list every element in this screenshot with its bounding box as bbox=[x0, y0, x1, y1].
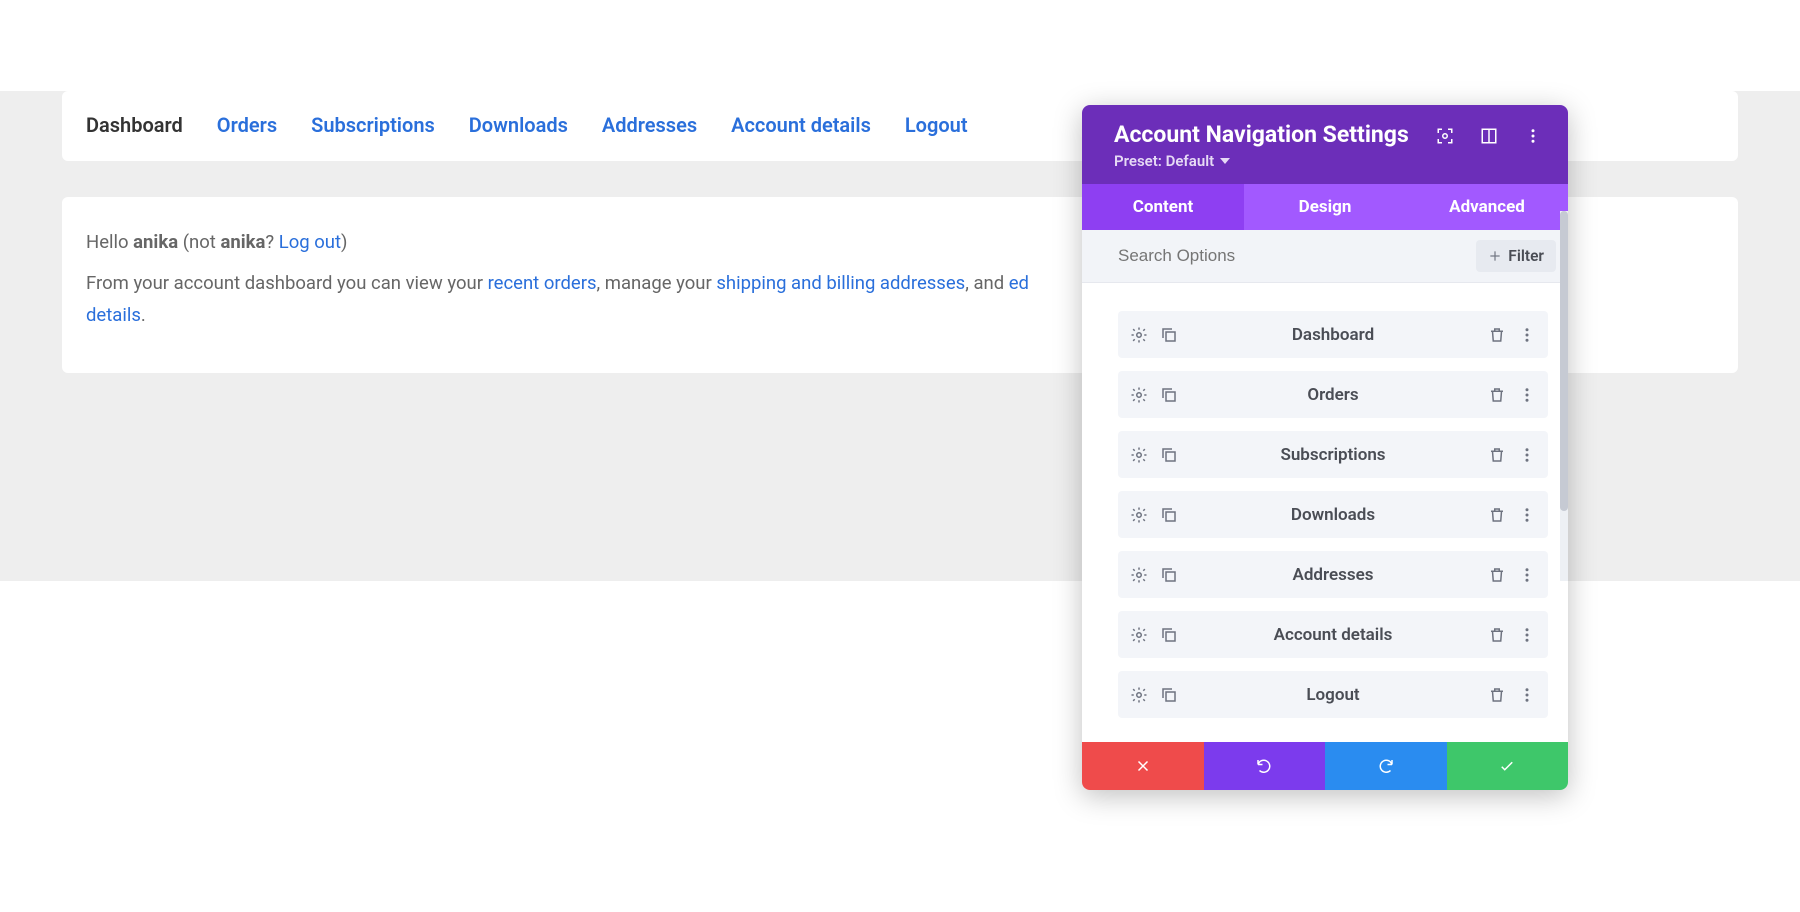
scroll-thumb[interactable] bbox=[1560, 211, 1568, 511]
gear-icon[interactable] bbox=[1130, 506, 1148, 524]
details-link-partial[interactable]: details bbox=[86, 304, 141, 326]
panel-header[interactable]: Account Navigation Settings Preset: Defa… bbox=[1082, 105, 1568, 184]
panel-preset-label: Preset: Default bbox=[1114, 152, 1214, 170]
panel-item-orders[interactable]: Orders bbox=[1118, 371, 1548, 418]
edit-link-partial[interactable]: ed bbox=[1009, 272, 1029, 294]
greeting-hello: Hello bbox=[86, 231, 133, 253]
gear-icon[interactable] bbox=[1130, 386, 1148, 404]
tab-content[interactable]: Content bbox=[1082, 184, 1244, 230]
panel-items-list: Dashboard Orders Subscriptions bbox=[1082, 283, 1568, 742]
gear-icon[interactable] bbox=[1130, 686, 1148, 704]
panel-item-label: Logout bbox=[1178, 685, 1488, 705]
nav-tab-dashboard[interactable]: Dashboard bbox=[86, 113, 183, 137]
recent-orders-link[interactable]: recent orders bbox=[488, 272, 597, 294]
gear-icon[interactable] bbox=[1130, 566, 1148, 584]
panel-item-dashboard[interactable]: Dashboard bbox=[1118, 311, 1548, 358]
nav-tab-account-details[interactable]: Account details bbox=[731, 113, 871, 137]
panel-item-addresses[interactable]: Addresses bbox=[1118, 551, 1548, 598]
focus-mode-icon[interactable] bbox=[1436, 127, 1454, 145]
caret-down-icon bbox=[1220, 158, 1230, 164]
greeting-not-prefix: (not bbox=[178, 231, 220, 253]
panel-item-logout[interactable]: Logout bbox=[1118, 671, 1548, 718]
info-period: . bbox=[141, 304, 146, 326]
info-text-3: , and bbox=[965, 272, 1009, 294]
panel-item-subscriptions[interactable]: Subscriptions bbox=[1118, 431, 1548, 478]
trash-icon[interactable] bbox=[1488, 626, 1506, 644]
trash-icon[interactable] bbox=[1488, 566, 1506, 584]
nav-tab-orders[interactable]: Orders bbox=[217, 113, 277, 137]
gear-icon[interactable] bbox=[1130, 446, 1148, 464]
duplicate-icon[interactable] bbox=[1160, 626, 1178, 644]
save-button[interactable] bbox=[1447, 742, 1569, 790]
nav-tab-subscriptions[interactable]: Subscriptions bbox=[311, 113, 435, 137]
kebab-menu-icon[interactable] bbox=[1518, 326, 1536, 344]
info-text-2: , manage your bbox=[597, 272, 717, 294]
greeting-q: ? bbox=[265, 231, 278, 253]
panel-layout-icon[interactable] bbox=[1480, 127, 1498, 145]
trash-icon[interactable] bbox=[1488, 326, 1506, 344]
greeting-close-paren: ) bbox=[341, 231, 347, 253]
panel-title: Account Navigation Settings bbox=[1114, 121, 1409, 148]
tab-design[interactable]: Design bbox=[1244, 184, 1406, 230]
panel-tabs: Content Design Advanced bbox=[1082, 184, 1568, 230]
kebab-menu-icon[interactable] bbox=[1524, 127, 1542, 145]
kebab-menu-icon[interactable] bbox=[1518, 386, 1536, 404]
info-text-1: From your account dashboard you can view… bbox=[86, 272, 488, 294]
kebab-menu-icon[interactable] bbox=[1518, 686, 1536, 704]
settings-panel: Account Navigation Settings Preset: Defa… bbox=[1082, 105, 1568, 790]
panel-item-label: Dashboard bbox=[1178, 325, 1488, 345]
trash-icon[interactable] bbox=[1488, 686, 1506, 704]
trash-icon[interactable] bbox=[1488, 446, 1506, 464]
panel-item-label: Subscriptions bbox=[1178, 445, 1488, 465]
undo-button[interactable] bbox=[1204, 742, 1326, 790]
duplicate-icon[interactable] bbox=[1160, 386, 1178, 404]
gear-icon[interactable] bbox=[1130, 326, 1148, 344]
nav-tab-logout[interactable]: Logout bbox=[905, 113, 968, 137]
trash-icon[interactable] bbox=[1488, 386, 1506, 404]
search-options-input[interactable] bbox=[1118, 246, 1476, 266]
nav-tab-downloads[interactable]: Downloads bbox=[469, 113, 568, 137]
tab-advanced[interactable]: Advanced bbox=[1406, 184, 1568, 230]
panel-preset[interactable]: Preset: Default bbox=[1114, 152, 1409, 170]
panel-search-row: Filter bbox=[1082, 230, 1568, 283]
greeting-username-2: anika bbox=[220, 231, 265, 253]
trash-icon[interactable] bbox=[1488, 506, 1506, 524]
gear-icon[interactable] bbox=[1130, 626, 1148, 644]
panel-item-downloads[interactable]: Downloads bbox=[1118, 491, 1548, 538]
filter-button[interactable]: Filter bbox=[1476, 240, 1556, 272]
duplicate-icon[interactable] bbox=[1160, 566, 1178, 584]
redo-button[interactable] bbox=[1325, 742, 1447, 790]
panel-item-label: Orders bbox=[1178, 385, 1488, 405]
addresses-link[interactable]: shipping and billing addresses bbox=[716, 272, 965, 294]
filter-button-label: Filter bbox=[1508, 247, 1544, 265]
panel-action-bar bbox=[1082, 742, 1568, 790]
kebab-menu-icon[interactable] bbox=[1518, 566, 1536, 584]
kebab-menu-icon[interactable] bbox=[1518, 446, 1536, 464]
kebab-menu-icon[interactable] bbox=[1518, 626, 1536, 644]
panel-item-label: Account details bbox=[1178, 625, 1488, 645]
nav-tab-addresses[interactable]: Addresses bbox=[602, 113, 697, 137]
duplicate-icon[interactable] bbox=[1160, 506, 1178, 524]
greeting-username: anika bbox=[133, 231, 178, 253]
logout-link[interactable]: Log out bbox=[279, 231, 341, 253]
duplicate-icon[interactable] bbox=[1160, 326, 1178, 344]
duplicate-icon[interactable] bbox=[1160, 686, 1178, 704]
cancel-button[interactable] bbox=[1082, 742, 1204, 790]
duplicate-icon[interactable] bbox=[1160, 446, 1178, 464]
kebab-menu-icon[interactable] bbox=[1518, 506, 1536, 524]
panel-item-label: Addresses bbox=[1178, 565, 1488, 585]
panel-item-label: Downloads bbox=[1178, 505, 1488, 525]
panel-item-account-details[interactable]: Account details bbox=[1118, 611, 1548, 658]
